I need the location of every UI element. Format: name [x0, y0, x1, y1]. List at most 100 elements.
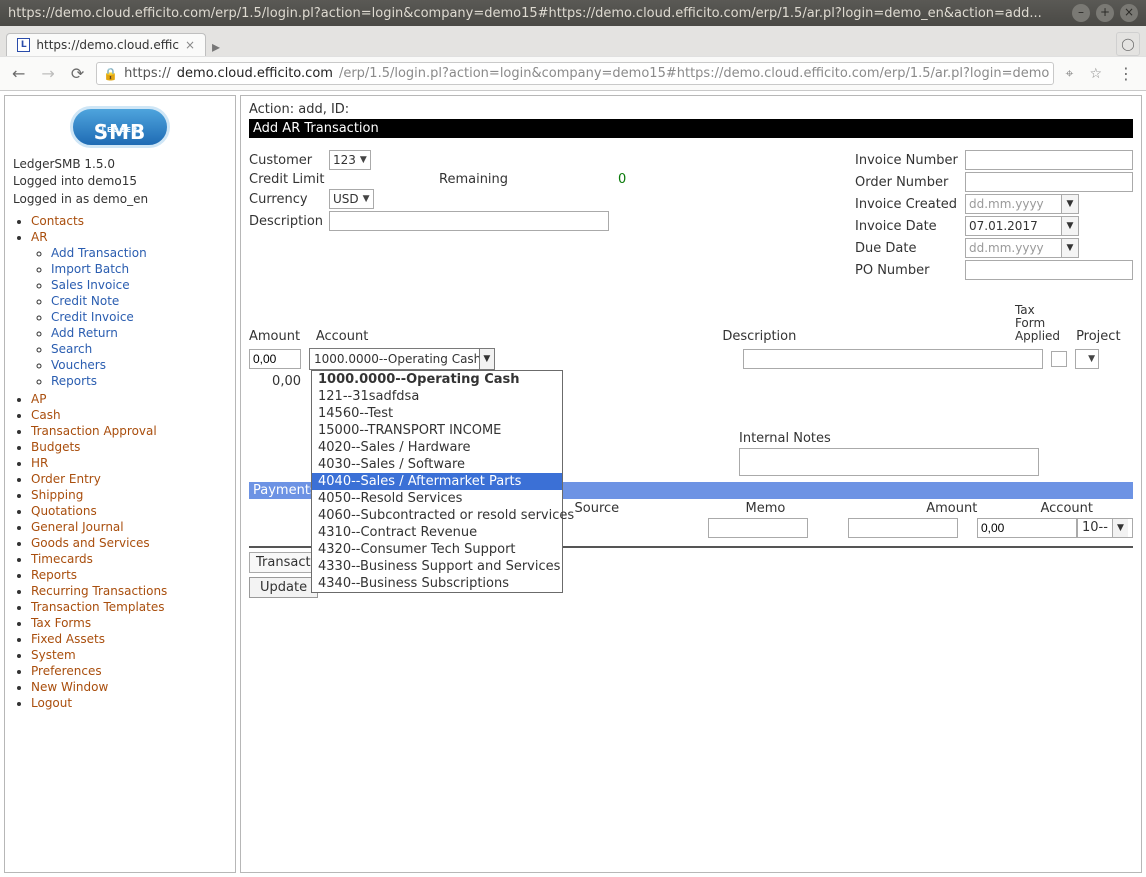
nav-sub-item[interactable]: Reports — [51, 374, 97, 388]
nav-item[interactable]: HR — [31, 456, 48, 470]
account-option[interactable]: 4060--Subcontracted or resold services — [312, 507, 562, 524]
chevron-down-icon: ▼ — [1088, 354, 1095, 364]
account-option[interactable]: 121--31sadfdsa — [312, 388, 562, 405]
chevron-down-icon[interactable]: ▼ — [479, 349, 494, 369]
account-option[interactable]: 4020--Sales / Hardware — [312, 439, 562, 456]
nav-sub-item[interactable]: Sales Invoice — [51, 278, 130, 292]
po-number-input[interactable] — [965, 260, 1133, 280]
nav-item[interactable]: Shipping — [31, 488, 83, 502]
nav-item[interactable]: Transaction Templates — [31, 600, 164, 614]
po-number-label: PO Number — [855, 263, 965, 278]
description-input[interactable] — [329, 211, 609, 231]
lock-icon: 🔒 — [103, 67, 118, 81]
nav-item[interactable]: Tax Forms — [31, 616, 91, 630]
invoice-number-input[interactable] — [965, 150, 1133, 170]
pay-col-account: Account — [1041, 501, 1134, 516]
account-option[interactable]: 4340--Business Subscriptions — [312, 575, 562, 592]
nav-item[interactable]: Budgets — [31, 440, 80, 454]
nav-sub-item[interactable]: Credit Invoice — [51, 310, 134, 324]
nav-item[interactable]: System — [31, 648, 76, 662]
app-info: LedgerSMB 1.5.0 Logged into demo15 Logge… — [13, 156, 227, 208]
nav-sub-item[interactable]: Search — [51, 342, 92, 356]
tab-title: https://demo.cloud.effic — [36, 38, 179, 52]
nav-item[interactable]: Quotations — [31, 504, 97, 518]
chevron-down-icon[interactable]: ▼ — [1061, 216, 1079, 236]
nav-item[interactable]: Preferences — [31, 664, 102, 678]
nav-item[interactable]: Reports — [31, 568, 77, 582]
main-panel: Action: add, ID: Add AR Transaction Cust… — [240, 95, 1142, 873]
account-option[interactable]: 15000--TRANSPORT INCOME — [312, 422, 562, 439]
nav-sub-item[interactable]: Vouchers — [51, 358, 106, 372]
line-description-input[interactable] — [743, 349, 1043, 369]
col-description-label: Description — [722, 329, 1007, 344]
line-account-select[interactable]: 1000.0000--Operating Cash ▼ — [309, 348, 495, 370]
nav-item[interactable]: Logout — [31, 696, 72, 710]
nav-item[interactable]: Order Entry — [31, 472, 101, 486]
account-option[interactable]: 4320--Consumer Tech Support — [312, 541, 562, 558]
browser-menu-icon[interactable]: ⋮ — [1114, 64, 1138, 83]
nav-sub-item[interactable]: Add Return — [51, 326, 118, 340]
chevron-down-icon[interactable]: ▼ — [1061, 194, 1079, 214]
account-option[interactable]: 4330--Business Support and Services — [312, 558, 562, 575]
update-button[interactable]: Update — [249, 577, 318, 598]
account-option[interactable]: 4310--Contract Revenue — [312, 524, 562, 541]
browser-tab[interactable]: L https://demo.cloud.effic × — [6, 33, 206, 56]
forward-button: → — [37, 62, 58, 85]
nav-item[interactable]: Transaction Approval — [31, 424, 157, 438]
address-bar[interactable]: 🔒 https://demo.cloud.efficito.com/erp/1.… — [96, 62, 1053, 85]
back-button[interactable]: ← — [8, 62, 29, 85]
nav-item[interactable]: Recurring Transactions — [31, 584, 167, 598]
due-date-input[interactable]: dd.mm.yyyy▼ — [965, 238, 1079, 258]
invoice-number-label: Invoice Number — [855, 153, 965, 168]
nav-sub-item[interactable]: Import Batch — [51, 262, 129, 276]
account-option[interactable]: 4050--Resold Services — [312, 490, 562, 507]
nav-item[interactable]: Timecards — [31, 552, 93, 566]
tab-close-icon[interactable]: × — [185, 38, 195, 52]
line-amount-input[interactable] — [249, 349, 301, 369]
account-option[interactable]: 1000.0000--Operating Cash — [312, 371, 562, 388]
site-info-icon[interactable]: ⌖ — [1062, 66, 1078, 82]
customer-select[interactable]: 123 ▼ — [329, 150, 371, 170]
page-title: Add AR Transaction — [249, 119, 1133, 138]
nav-item[interactable]: AP — [31, 392, 46, 406]
pay-amount-input[interactable] — [977, 518, 1077, 538]
profile-icon[interactable]: ◯ — [1116, 32, 1140, 56]
chevron-down-icon[interactable]: ▼ — [1061, 238, 1079, 258]
nav-item[interactable]: New Window — [31, 680, 108, 694]
new-tab-button[interactable]: ▸ — [212, 37, 220, 56]
pay-memo-input[interactable] — [708, 518, 808, 538]
favicon-icon: L — [17, 38, 30, 52]
invoice-created-input[interactable]: dd.mm.yyyy▼ — [965, 194, 1079, 214]
credit-limit-label: Credit Limit — [249, 172, 329, 187]
window-maximize-button[interactable]: + — [1096, 4, 1114, 22]
window-minimize-button[interactable]: – — [1072, 4, 1090, 22]
nav-item[interactable]: General Journal — [31, 520, 124, 534]
reload-button[interactable]: ⟳ — [67, 62, 88, 85]
internal-notes-input[interactable] — [739, 448, 1039, 476]
invoice-date-input[interactable]: 07.01.2017▼ — [965, 216, 1079, 236]
nav-item[interactable]: Goods and Services — [31, 536, 150, 550]
col-tax-label: Tax Form Applied — [1015, 304, 1068, 344]
currency-select[interactable]: USD ▼ — [329, 189, 374, 209]
nav-item[interactable]: AR — [31, 230, 48, 244]
logo: SMB — [13, 102, 227, 156]
nav-item[interactable]: Fixed Assets — [31, 632, 105, 646]
app-company: Logged into demo15 — [13, 173, 227, 190]
account-option[interactable]: 14560--Test — [312, 405, 562, 422]
pay-account-select[interactable]: 10-- ▼ — [1077, 518, 1133, 538]
pay-memo2-input[interactable] — [848, 518, 958, 538]
account-option[interactable]: 4030--Sales / Software — [312, 456, 562, 473]
nav-item[interactable]: Cash — [31, 408, 61, 422]
line-project-select[interactable]: ▼ — [1075, 349, 1099, 369]
line-tax-checkbox[interactable] — [1051, 351, 1067, 367]
account-option[interactable]: 4040--Sales / Aftermarket Parts — [312, 473, 562, 490]
bookmark-star-icon[interactable]: ☆ — [1085, 66, 1106, 82]
invoice-created-label: Invoice Created — [855, 197, 965, 212]
window-close-button[interactable]: × — [1120, 4, 1138, 22]
nav-sub-item[interactable]: Add Transaction — [51, 246, 147, 260]
nav-sub-item[interactable]: Credit Note — [51, 294, 119, 308]
order-number-input[interactable] — [965, 172, 1133, 192]
account-dropdown[interactable]: 1000.0000--Operating Cash121--31sadfdsa1… — [311, 370, 563, 593]
internal-notes-label: Internal Notes — [739, 431, 1133, 446]
nav-item[interactable]: Contacts — [31, 214, 84, 228]
